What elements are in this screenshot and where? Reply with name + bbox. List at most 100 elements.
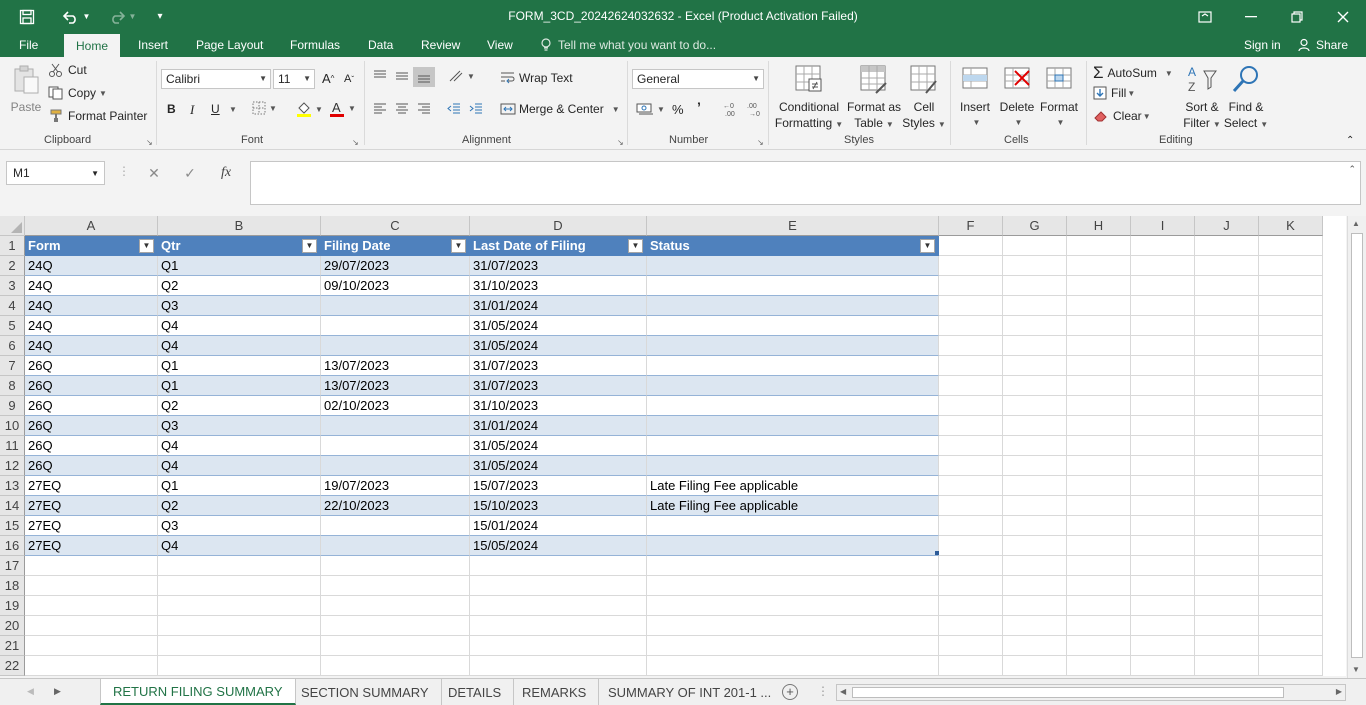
grid-cell[interactable] (1003, 236, 1067, 256)
underline-button[interactable]: U (211, 102, 220, 116)
grid-cell[interactable] (158, 616, 321, 636)
grid-cell[interactable] (25, 576, 158, 596)
grid-cell[interactable] (1131, 236, 1195, 256)
decrease-indent-icon[interactable] (446, 102, 462, 116)
table-cell[interactable]: 02/10/2023 (321, 396, 470, 416)
vertical-scrollbar[interactable]: ▲ ▼ (1347, 216, 1366, 678)
delete-cells-button[interactable]: Delete ▼ (998, 63, 1036, 131)
underline-dropdown[interactable]: ▼ (226, 105, 237, 114)
grid-cell[interactable] (1259, 576, 1323, 596)
grid-cell[interactable] (1003, 636, 1067, 656)
table-cell[interactable]: 26Q (25, 356, 158, 376)
grid-cell[interactable] (939, 296, 1003, 316)
decrease-font-button[interactable]: Aˇ (344, 73, 354, 85)
enter-icon[interactable]: ✓ (172, 165, 208, 182)
table-cell[interactable]: 29/07/2023 (321, 256, 470, 276)
grid-cell[interactable] (1195, 656, 1259, 676)
scroll-right-icon[interactable]: ▶ (1336, 687, 1342, 696)
table-cell[interactable]: 13/07/2023 (321, 356, 470, 376)
bold-button[interactable]: B (167, 102, 176, 116)
grid-cell[interactable] (939, 236, 1003, 256)
table-cell[interactable]: 26Q (25, 416, 158, 436)
grid-cell[interactable] (1131, 596, 1195, 616)
grid-cell[interactable] (1259, 336, 1323, 356)
column-header[interactable]: I (1131, 216, 1195, 236)
grid-cell[interactable] (939, 596, 1003, 616)
tab-file[interactable]: File (19, 33, 38, 57)
grid-cell[interactable] (1067, 616, 1131, 636)
ribbon-display-options-icon[interactable] (1182, 0, 1228, 33)
table-header-cell[interactable]: Last Date of Filing ▼ (470, 236, 647, 256)
table-cell[interactable] (647, 536, 939, 556)
table-cell[interactable] (647, 416, 939, 436)
grid-cell[interactable] (158, 556, 321, 576)
wrap-text-button[interactable]: Wrap Text (500, 71, 573, 85)
grid-cell[interactable] (1195, 576, 1259, 596)
align-right-icon[interactable] (416, 102, 432, 116)
grid-cell[interactable] (1259, 616, 1323, 636)
column-header[interactable]: J (1195, 216, 1259, 236)
increase-decimal-icon[interactable]: ←0.00 (722, 101, 740, 117)
minimize-icon[interactable] (1228, 0, 1274, 33)
grid-cell[interactable] (1195, 476, 1259, 496)
grid-cell[interactable] (1003, 256, 1067, 276)
grid-cell[interactable] (1067, 536, 1131, 556)
grid-cell[interactable] (1131, 316, 1195, 336)
row-header[interactable]: 13 (0, 476, 25, 496)
grid-cell[interactable] (1131, 516, 1195, 536)
clipboard-launcher-icon[interactable]: ↘ (146, 138, 153, 147)
sort-filter-button[interactable]: AZ Sort & Filter ▼ (1180, 63, 1224, 133)
grid-cell[interactable] (470, 556, 647, 576)
table-cell[interactable]: Q4 (158, 336, 321, 356)
table-cell[interactable] (647, 516, 939, 536)
comma-button[interactable]: ’ (697, 99, 701, 115)
grid-cell[interactable] (1003, 576, 1067, 596)
column-header[interactable]: F (939, 216, 1003, 236)
table-cell[interactable] (647, 256, 939, 276)
share-button[interactable]: Share (1298, 33, 1348, 57)
table-cell[interactable]: Q3 (158, 296, 321, 316)
grid-cell[interactable] (1067, 516, 1131, 536)
font-color-button[interactable]: A ▼ (329, 100, 356, 117)
align-middle-icon[interactable] (394, 69, 410, 83)
scroll-down-icon[interactable]: ▼ (1352, 665, 1360, 674)
grid-cell[interactable] (1195, 256, 1259, 276)
grid-cell[interactable] (321, 596, 470, 616)
grid-cell[interactable] (158, 656, 321, 676)
table-cell[interactable] (321, 456, 470, 476)
grid-cell[interactable] (1259, 416, 1323, 436)
formula-input[interactable]: ⌃ (250, 161, 1361, 205)
orientation-icon[interactable]: ▼ (448, 69, 475, 83)
grid-cell[interactable] (1003, 516, 1067, 536)
grid-cell[interactable] (1003, 456, 1067, 476)
grid-cell[interactable] (1067, 236, 1131, 256)
table-cell[interactable] (321, 436, 470, 456)
font-size-select[interactable]: 11 ▼ (273, 69, 315, 89)
table-cell[interactable]: Q4 (158, 436, 321, 456)
grid-cell[interactable] (1003, 596, 1067, 616)
format-cells-button[interactable]: Format ▼ (1038, 63, 1080, 131)
column-header[interactable]: K (1259, 216, 1323, 236)
grid-cell[interactable] (1003, 296, 1067, 316)
table-header-cell[interactable]: Qtr ▼ (158, 236, 321, 256)
grid-cell[interactable] (1131, 396, 1195, 416)
table-cell[interactable]: 26Q (25, 456, 158, 476)
paste-button[interactable]: Paste (8, 63, 44, 115)
table-cell[interactable]: 31/05/2024 (470, 336, 647, 356)
table-cell[interactable]: 24Q (25, 256, 158, 276)
horizontal-scrollbar[interactable]: ◀ ▶ (836, 684, 1346, 701)
grid-cell[interactable] (1195, 236, 1259, 256)
table-cell[interactable] (321, 296, 470, 316)
table-cell[interactable] (321, 536, 470, 556)
grid-cell[interactable] (1259, 356, 1323, 376)
grid-cell[interactable] (1259, 316, 1323, 336)
table-cell[interactable]: 31/05/2024 (470, 456, 647, 476)
grid-cell[interactable] (1195, 596, 1259, 616)
spreadsheet-grid[interactable]: A B C D E F G H I J K 1 Form ▼ Qtr ▼ Filing Date ▼ Last Da… (0, 216, 1346, 676)
italic-button[interactable]: I (190, 102, 194, 118)
grid-cell[interactable] (1195, 436, 1259, 456)
grid-cell[interactable] (1003, 656, 1067, 676)
borders-button[interactable]: ▼ (252, 101, 277, 115)
grid-cell[interactable] (321, 656, 470, 676)
grid-cell[interactable] (1195, 276, 1259, 296)
